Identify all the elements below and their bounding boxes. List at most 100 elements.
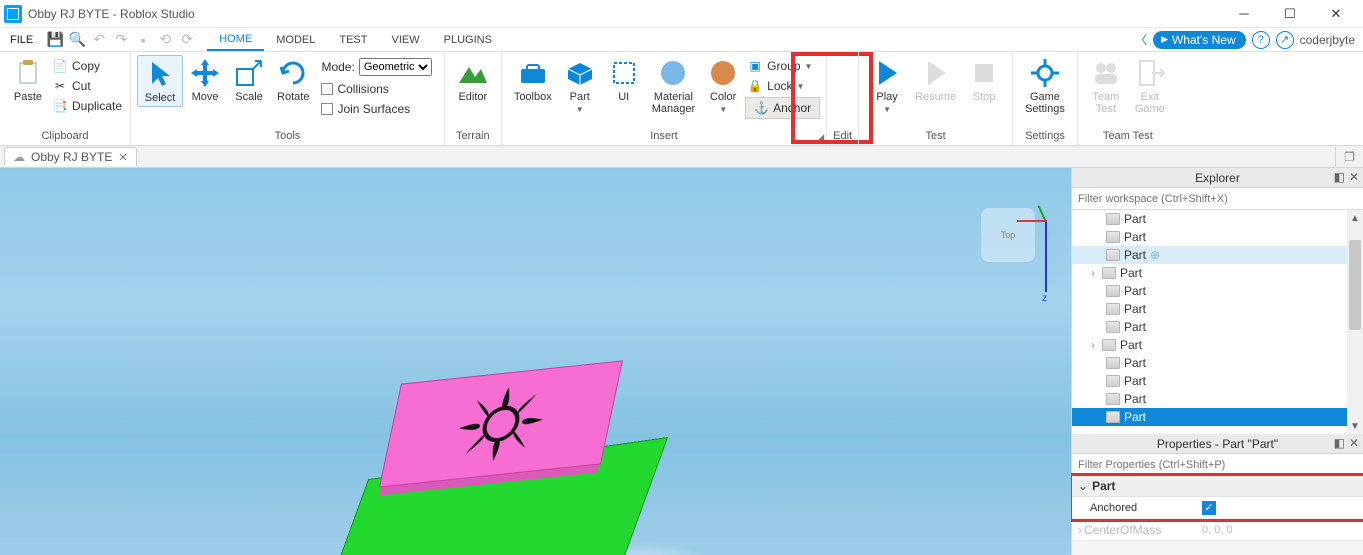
anchored-checkbox[interactable]: ✓ xyxy=(1202,501,1216,515)
undock-icon[interactable]: ◧ xyxy=(1334,170,1345,184)
terrain-editor-button[interactable]: Editor xyxy=(451,55,495,105)
tree-row-part[interactable]: Part xyxy=(1072,318,1363,336)
tree-row-part[interactable]: Part xyxy=(1072,372,1363,390)
chevron-down-icon: ⌄ xyxy=(1078,479,1088,493)
part-button[interactable]: Part ▼ xyxy=(558,55,602,116)
team-test-button[interactable]: Team Test xyxy=(1084,55,1128,117)
tree-row-part[interactable]: Part xyxy=(1072,210,1363,228)
undo-icon[interactable]: ↶ xyxy=(91,32,107,48)
collisions-checkbox[interactable]: Collisions xyxy=(319,81,433,97)
3d-viewport[interactable]: Top xyxy=(0,168,1071,555)
play-button[interactable]: Play ▼ xyxy=(865,55,909,116)
tree-item-label: Part xyxy=(1124,356,1146,370)
material-manager-button[interactable]: Material Manager xyxy=(646,55,701,117)
app-logo-icon xyxy=(4,5,22,23)
group-dialog-launcher-icon[interactable]: ◢ xyxy=(817,132,824,143)
tree-row-part[interactable]: Part xyxy=(1072,300,1363,318)
help-icon[interactable]: ? xyxy=(1252,31,1270,49)
tree-row-part[interactable]: Part ⊕ xyxy=(1072,246,1363,264)
collapse-ribbon-icon[interactable]: 〈 xyxy=(1135,31,1147,48)
orientation-cube[interactable]: Top xyxy=(981,208,1035,262)
property-centerofmass[interactable]: ›CenterOfMass 0, 0, 0 xyxy=(1072,519,1363,541)
find-icon[interactable]: 🔍 xyxy=(69,32,85,48)
mode-select[interactable]: Geometric xyxy=(359,58,432,76)
redo-icon[interactable]: ↷ xyxy=(113,32,129,48)
close-panel-icon[interactable]: ✕ xyxy=(1349,170,1359,184)
group-settings-label: Settings xyxy=(1019,130,1071,143)
mode-label: Mode: xyxy=(321,60,354,74)
tab-home[interactable]: HOME xyxy=(207,28,264,51)
cut-icon: ✂ xyxy=(52,78,68,94)
property-category-part[interactable]: ⌄Part xyxy=(1072,476,1363,497)
copy-button[interactable]: 📄Copy xyxy=(50,57,124,75)
select-tool-button[interactable]: Select xyxy=(137,55,183,107)
minimize-button[interactable]: ─ xyxy=(1221,0,1267,28)
anchor-button[interactable]: ⚓Anchor xyxy=(745,97,820,119)
tree-item-label: Part xyxy=(1120,266,1142,280)
cut-button[interactable]: ✂Cut xyxy=(50,77,124,95)
history-fwd-icon[interactable]: ⟳ xyxy=(179,32,195,48)
scale-tool-button[interactable]: Scale xyxy=(227,55,271,105)
tree-row-part[interactable]: ›Part xyxy=(1072,336,1363,354)
tree-item-label: Part xyxy=(1124,284,1146,298)
tab-test[interactable]: TEST xyxy=(327,28,379,51)
game-settings-button[interactable]: Game Settings xyxy=(1019,55,1071,117)
share-icon[interactable]: ↗ xyxy=(1276,31,1294,49)
join-surfaces-checkbox[interactable]: Join Surfaces xyxy=(319,101,433,117)
rotate-tool-button[interactable]: Rotate xyxy=(271,55,315,105)
paste-button[interactable]: Paste xyxy=(6,55,50,105)
close-button[interactable]: ✕ xyxy=(1313,0,1359,28)
file-menu[interactable]: FILE xyxy=(0,28,43,51)
move-tool-button[interactable]: Move xyxy=(183,55,227,105)
title-bar: Obby RJ BYTE - Roblox Studio ─ ☐ ✕ xyxy=(0,0,1363,28)
whats-new-button[interactable]: What's New xyxy=(1153,31,1246,49)
explorer-tree[interactable]: PartPartPart ⊕›PartPartPartPart›PartPart… xyxy=(1072,210,1363,434)
add-child-icon[interactable]: ⊕ xyxy=(1150,248,1160,262)
property-anchored[interactable]: Anchored ✓ xyxy=(1072,497,1363,519)
tab-plugins[interactable]: PLUGINS xyxy=(432,28,504,51)
tree-row-part[interactable]: Part xyxy=(1072,408,1363,426)
save-icon[interactable]: 💾 xyxy=(47,32,63,48)
group-terrain: Editor Terrain xyxy=(445,52,502,145)
explorer-scrollbar[interactable]: ▲ ▼ xyxy=(1347,210,1363,434)
scale-icon xyxy=(233,57,265,89)
resume-button[interactable]: Resume xyxy=(909,55,962,105)
stop-button[interactable]: Stop xyxy=(962,55,1006,105)
username-label[interactable]: coderjbyte xyxy=(1300,33,1355,47)
mode-row: Mode: Geometric xyxy=(319,57,433,77)
chevron-right-icon[interactable]: › xyxy=(1088,268,1098,279)
properties-filter xyxy=(1072,454,1363,476)
explorer-header[interactable]: Explorer ◧✕ xyxy=(1072,168,1363,188)
document-tab[interactable]: ☁ Obby RJ BYTE ✕ xyxy=(4,147,137,166)
lock-button[interactable]: 🔒Lock▼ xyxy=(745,77,820,95)
scroll-down-icon[interactable]: ▼ xyxy=(1347,418,1363,434)
tab-overflow-button[interactable]: ❐ xyxy=(1335,147,1363,167)
part-icon xyxy=(1106,375,1120,387)
close-panel-icon[interactable]: ✕ xyxy=(1349,436,1359,450)
tree-row-part[interactable]: Part xyxy=(1072,390,1363,408)
ui-button[interactable]: UI xyxy=(602,55,646,105)
tree-row-part[interactable]: Part xyxy=(1072,282,1363,300)
part-icon xyxy=(1106,321,1120,333)
properties-filter-input[interactable] xyxy=(1072,454,1363,475)
duplicate-button[interactable]: 📑Duplicate xyxy=(50,97,124,115)
chevron-right-icon[interactable]: › xyxy=(1088,340,1098,351)
group-button[interactable]: ▣Group▼ xyxy=(745,57,820,75)
scroll-up-icon[interactable]: ▲ xyxy=(1347,210,1363,226)
scroll-thumb[interactable] xyxy=(1349,240,1361,330)
exit-game-button[interactable]: Exit Game xyxy=(1128,55,1172,117)
tab-view[interactable]: VIEW xyxy=(379,28,431,51)
history-back-icon[interactable]: ⟲ xyxy=(157,32,173,48)
close-tab-icon[interactable]: ✕ xyxy=(118,151,127,164)
tree-row-part[interactable]: › Part xyxy=(1072,264,1363,282)
properties-header[interactable]: Properties - Part "Part" ◧✕ xyxy=(1072,434,1363,454)
undock-icon[interactable]: ◧ xyxy=(1334,436,1345,450)
color-button[interactable]: Color ▼ xyxy=(701,55,745,116)
tree-row-part[interactable]: Part xyxy=(1072,354,1363,372)
toolbox-button[interactable]: Toolbox xyxy=(508,55,558,105)
explorer-filter-input[interactable] xyxy=(1072,188,1363,209)
part-icon xyxy=(1106,231,1120,243)
tab-model[interactable]: MODEL xyxy=(264,28,327,51)
tree-row-part[interactable]: Part xyxy=(1072,228,1363,246)
maximize-button[interactable]: ☐ xyxy=(1267,0,1313,28)
